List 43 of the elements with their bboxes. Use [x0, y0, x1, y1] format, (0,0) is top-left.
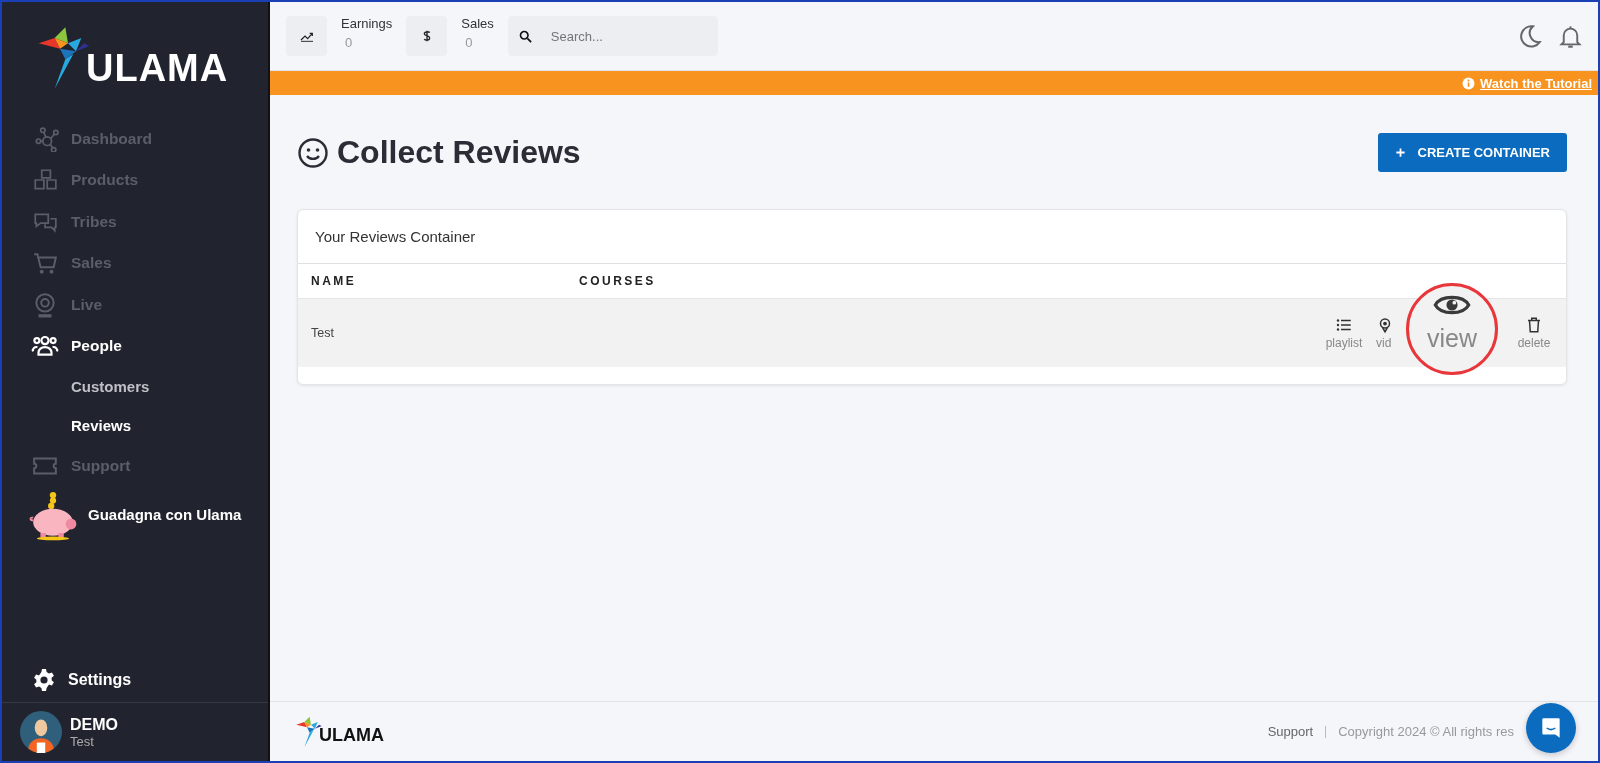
logo-text: ULAMA: [319, 724, 384, 746]
search-input[interactable]: Search...: [548, 27, 693, 45]
column-header: COURSES: [579, 274, 657, 288]
nav-item[interactable]: Sales: [2, 242, 268, 284]
delete-action[interactable]: delete: [1514, 316, 1554, 350]
copyright-text: Copyright 2024 © All rights res: [1338, 724, 1514, 739]
smiley-icon: [297, 136, 329, 169]
stat-label: Sales: [461, 16, 494, 31]
card-title: Your Reviews Container: [298, 210, 1566, 264]
settings-link[interactable]: Settings: [2, 658, 268, 703]
nav-item[interactable]: Products: [2, 159, 268, 201]
footer-link[interactable]: Support: [1267, 724, 1314, 739]
nav-item[interactable]: Guadagna con Ulama: [2, 486, 268, 543]
nav-item[interactable]: Tribes: [2, 201, 268, 243]
info-icon: [1462, 76, 1476, 90]
sub-nav-item[interactable]: Reviews: [2, 406, 268, 445]
nav-item[interactable]: Support: [2, 445, 268, 487]
sub-nav-item[interactable]: Customers: [2, 367, 268, 406]
video-action[interactable]: vid: [1376, 316, 1398, 350]
search-icon: [517, 28, 533, 44]
nav-item[interactable]: People: [2, 325, 268, 367]
stat-label: Earnings: [341, 16, 393, 31]
settings-icon: [32, 668, 56, 692]
table-cell-text: Test: [311, 326, 335, 340]
create-container-button[interactable]: CREATE CONTAINER: [1377, 133, 1567, 172]
user-role: Test: [70, 733, 95, 749]
logo-text: ULAMA: [86, 47, 229, 90]
nav-item[interactable]: Live: [2, 284, 268, 326]
playlist-action[interactable]: playlist: [1324, 316, 1364, 350]
view-label: view: [1427, 324, 1477, 353]
page-title: Collect Reviews: [337, 134, 581, 171]
user-name: DEMO: [70, 715, 118, 734]
nav-item[interactable]: Dashboard: [2, 118, 268, 160]
search-field[interactable]: Search...: [507, 16, 718, 56]
chat-button[interactable]: [1526, 703, 1576, 753]
trash-icon: [1525, 316, 1543, 334]
tutorial-link[interactable]: Watch the Tutorial: [1480, 75, 1592, 91]
plus-icon: [1394, 147, 1406, 158]
stat-value: 0: [465, 35, 474, 50]
column-header: NAME: [311, 274, 358, 288]
list-icon: [1335, 316, 1353, 334]
avatar-icon: [20, 711, 62, 753]
stat-value: 0: [345, 35, 354, 50]
